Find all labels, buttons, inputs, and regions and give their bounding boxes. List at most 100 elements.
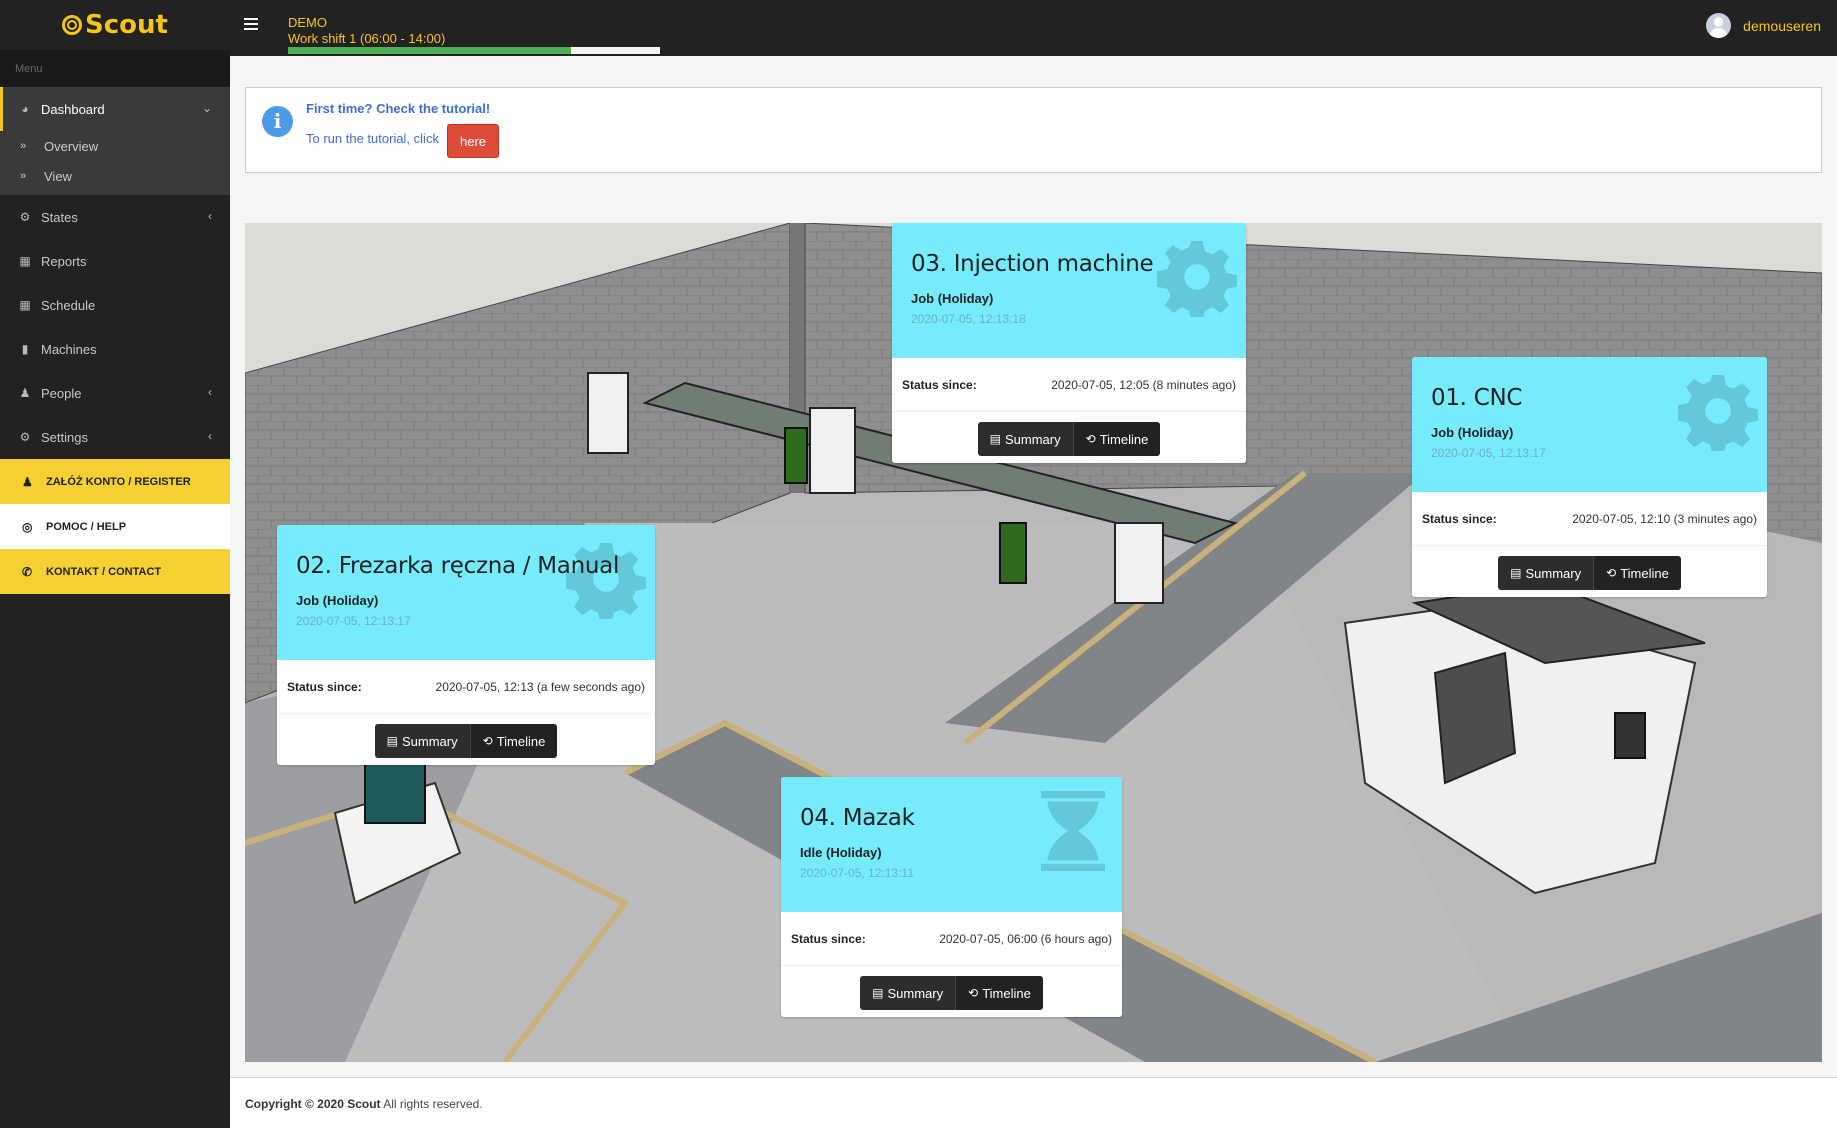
rights-text: All rights reserved. — [383, 1097, 483, 1111]
sidebar-subitem-label: Overview — [44, 138, 99, 154]
status-since-value: 2020-07-05, 12:05 (8 minutes ago) — [1051, 377, 1236, 392]
sidebar-item-label: Machines — [41, 341, 97, 357]
sidebar-item-schedule[interactable]: ▦ Schedule — [0, 283, 230, 327]
summary-button[interactable]: ▤ Summary — [374, 724, 471, 758]
env-label: DEMO — [288, 15, 327, 30]
timeline-label: Timeline — [982, 985, 1031, 1001]
footer: Copyright © 2020 Scout All rights reserv… — [230, 1077, 1837, 1128]
bar-chart-icon: ▤ — [989, 432, 1001, 446]
history-icon: ⟲ — [482, 734, 493, 748]
machine-card-header[interactable]: 02. Frezarka ręczna / Manual Job (Holida… — [277, 525, 655, 660]
shift-progress-bar — [288, 47, 660, 54]
machine-card-header[interactable]: 04. Mazak Idle (Holiday) 2020-07-05, 12:… — [781, 777, 1122, 912]
status-since-label: Status since: — [791, 931, 866, 946]
machine-card-header[interactable]: 01. CNC Job (Holiday) 2020-07-05, 12:13:… — [1412, 357, 1767, 492]
alert-text: To run the tutorial, click — [306, 131, 439, 146]
machine-card: 01. CNC Job (Holiday) 2020-07-05, 12:13:… — [1412, 357, 1767, 597]
double-chevron-right-icon: » — [20, 140, 27, 152]
timeline-label: Timeline — [496, 733, 546, 749]
timeline-button[interactable]: ⟲ Timeline — [956, 976, 1043, 1010]
timeline-label: Timeline — [1620, 565, 1669, 581]
shift-progress-fill — [288, 47, 571, 54]
machine-timestamp: 2020-07-05, 12:13:17 — [296, 614, 411, 628]
status-since-label: Status since: — [902, 377, 977, 392]
sidebar-item-label: States — [41, 209, 78, 225]
timeline-button[interactable]: ⟲ Timeline — [470, 724, 558, 758]
sidebar-item-people[interactable]: ♟ People ‹ — [0, 371, 230, 415]
sidebar-item-label: Dashboard — [41, 101, 105, 117]
card-button-group: ▤ Summary ⟲ Timeline — [977, 422, 1161, 456]
contact-label: KONTAKT / CONTACT — [46, 565, 162, 578]
tutorial-alert: i First time? Check the tutorial! To run… — [245, 87, 1822, 173]
top-navbar: Scout DEMO Work shift 1 (06:00 - 14:00) … — [0, 0, 1837, 56]
chevron-left-icon: ‹ — [208, 209, 212, 223]
dashboard-submenu: » Overview » View — [0, 131, 230, 195]
status-since-row: Status since: 2020-07-05, 12:10 (3 minut… — [1412, 492, 1767, 546]
sidebar-item-reports[interactable]: ▦ Reports — [0, 239, 230, 283]
bar-chart-icon: ▤ — [1510, 566, 1522, 580]
history-icon: ⟲ — [1606, 566, 1617, 580]
user-plus-icon: ♟ — [22, 474, 33, 489]
sidebar-item-dashboard[interactable]: ◕ Dashboard ⌄ — [0, 87, 230, 131]
machine-card: 04. Mazak Idle (Holiday) 2020-07-05, 12:… — [781, 777, 1122, 1017]
double-chevron-right-icon: » — [20, 170, 27, 182]
brand-logo[interactable]: Scout — [0, 0, 230, 50]
register-link[interactable]: ♟ ZAŁÓŻ KONTO / REGISTER — [0, 459, 230, 504]
summary-label: Summary — [1005, 431, 1061, 447]
summary-button[interactable]: ▤ Summary — [977, 422, 1074, 456]
bar-chart-icon: ▤ — [386, 734, 398, 748]
status-since-value: 2020-07-05, 12:13 (a few seconds ago) — [435, 679, 645, 694]
card-actions: ▤ Summary ⟲ Timeline — [277, 714, 655, 765]
chevron-left-icon: ‹ — [208, 429, 212, 443]
sidebar-item-label: People — [41, 385, 82, 401]
username: demouseren — [1743, 17, 1821, 34]
machine-state: Job (Holiday) — [296, 593, 379, 608]
cogs-icon: ⚙ — [19, 210, 31, 224]
sidebar-item-label: Reports — [41, 253, 87, 269]
sidebar-item-label: Schedule — [41, 297, 96, 313]
copyright-text: Copyright © 2020 Scout — [245, 1097, 381, 1111]
help-label: POMOC / HELP — [46, 520, 127, 533]
target-icon — [62, 15, 83, 35]
sidebar-toggle-button[interactable] — [244, 18, 258, 30]
shift-label: Work shift 1 (06:00 - 14:00) — [288, 31, 446, 46]
sidebar-item-label: Settings — [41, 429, 88, 445]
chevron-left-icon: ‹ — [208, 385, 212, 399]
dashboard-icon: ◕ — [21, 102, 29, 116]
menu-header: Menu — [0, 50, 230, 87]
timeline-button[interactable]: ⟲ Timeline — [1594, 556, 1681, 590]
summary-button[interactable]: ▤ Summary — [860, 976, 957, 1010]
table-icon: ▦ — [19, 254, 31, 268]
help-link[interactable]: ◎ POMOC / HELP — [0, 504, 230, 549]
machine-timestamp: 2020-07-05, 12:13:11 — [800, 866, 914, 880]
chevron-down-icon: ⌄ — [201, 101, 212, 115]
machine-card-header[interactable]: 03. Injection machine Job (Holiday) 2020… — [892, 223, 1246, 358]
machine-timestamp: 2020-07-05, 12:13:17 — [1431, 446, 1546, 460]
register-label: ZAŁÓŻ KONTO / REGISTER — [46, 475, 191, 488]
sidebar-item-settings[interactable]: ⚙ Settings ‹ — [0, 415, 230, 459]
history-icon: ⟲ — [968, 986, 979, 1000]
user-menu[interactable]: demouseren — [1706, 13, 1821, 38]
sidebar-item-states[interactable]: ⚙ States ‹ — [0, 195, 230, 239]
sidebar-item-machines[interactable]: ▮ Machines — [0, 327, 230, 371]
summary-label: Summary — [1525, 565, 1582, 581]
sidebar-subitem-label: View — [44, 168, 72, 184]
machine-card: 02. Frezarka ręczna / Manual Job (Holida… — [277, 525, 655, 765]
summary-label: Summary — [402, 733, 458, 749]
life-ring-icon: ◎ — [22, 519, 33, 534]
info-icon: i — [262, 106, 293, 137]
history-icon: ⟲ — [1085, 432, 1096, 446]
summary-button[interactable]: ▤ Summary — [1498, 556, 1595, 590]
run-tutorial-button[interactable]: here — [447, 124, 499, 158]
machine-state: Idle (Holiday) — [800, 845, 882, 860]
card-actions: ▤ Summary ⟲ Timeline — [1412, 546, 1767, 597]
machine-icon: ▮ — [21, 342, 29, 356]
sidebar-subitem-overview[interactable]: » Overview — [0, 131, 230, 161]
card-button-group: ▤ Summary ⟲ Timeline — [860, 976, 1043, 1010]
timeline-button[interactable]: ⟲ Timeline — [1073, 422, 1161, 456]
timeline-label: Timeline — [1099, 431, 1149, 447]
contact-link[interactable]: ✆ KONTAKT / CONTACT — [0, 549, 230, 594]
users-icon: ♟ — [19, 386, 31, 400]
sidebar-subitem-view[interactable]: » View — [0, 161, 230, 191]
machine-state: Job (Holiday) — [1431, 425, 1514, 440]
